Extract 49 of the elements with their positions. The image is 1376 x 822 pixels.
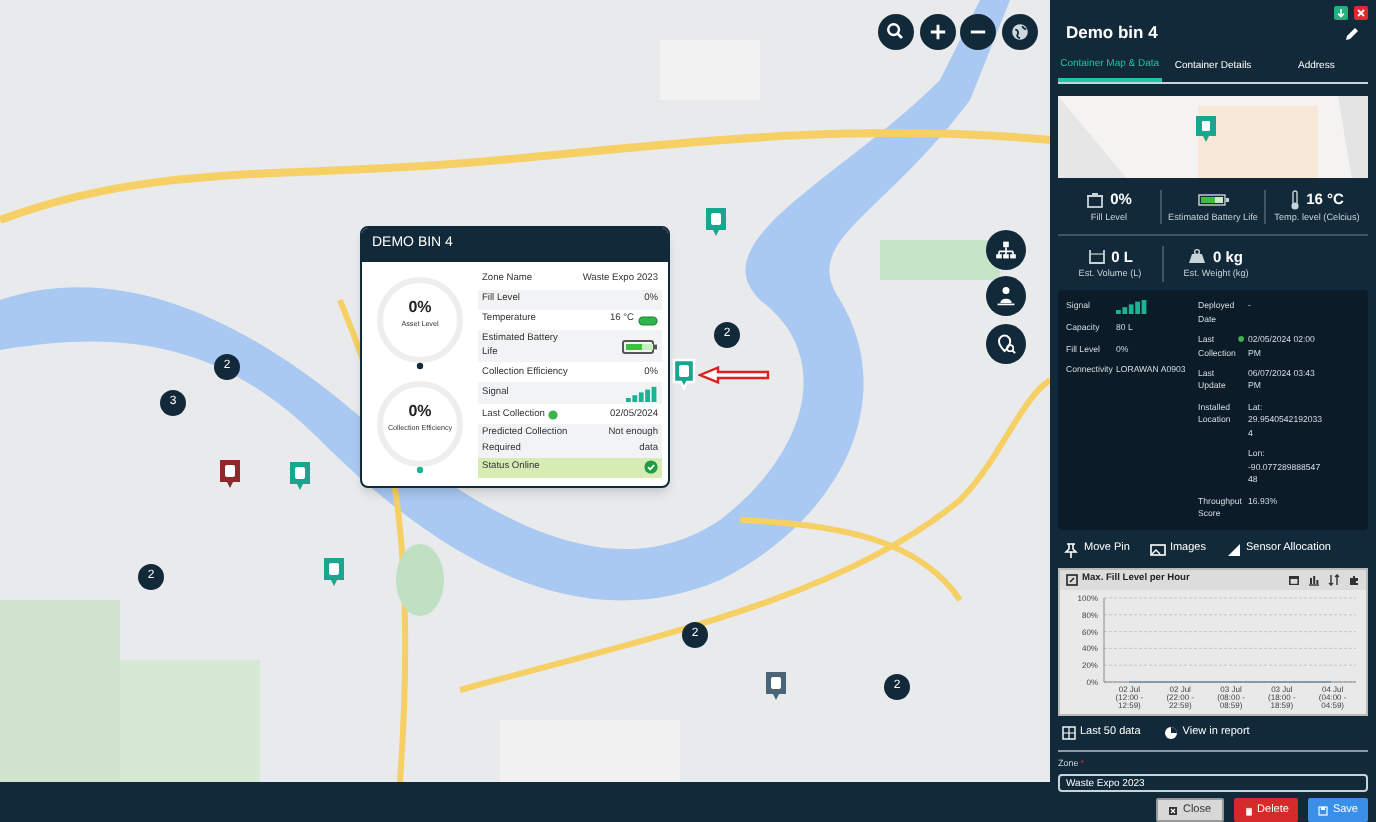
puzzle-icon[interactable] [1348, 573, 1360, 586]
gauge-dot-icon [416, 362, 424, 370]
bar-chart-icon[interactable] [1308, 573, 1320, 586]
download-button[interactable] [1334, 6, 1348, 20]
gauge-dot-icon [416, 466, 424, 474]
export-icon [1066, 573, 1078, 586]
gauge-value: 0% [408, 300, 432, 316]
trash-bin-marker-icon[interactable] [704, 206, 728, 238]
grid-icon [1062, 725, 1076, 740]
container-icon [1087, 248, 1106, 265]
location-search-icon [992, 330, 1020, 358]
thermometer-icon [1290, 189, 1301, 210]
pencil-icon[interactable] [1344, 25, 1360, 42]
trash-bin-marker-icon[interactable] [218, 458, 242, 490]
status-dot-icon [1237, 334, 1244, 345]
trash-bin-marker-icon [1196, 116, 1216, 142]
arrow-icon [698, 366, 770, 384]
close-button[interactable] [1354, 6, 1368, 20]
trash-icon [1243, 805, 1254, 815]
person-icon [992, 282, 1020, 310]
battery-icon [1197, 193, 1229, 206]
globe-icon [1008, 20, 1032, 44]
signal-icon [1116, 300, 1148, 315]
check-icon [644, 460, 658, 475]
hierarchy-icon [992, 236, 1020, 264]
trash-bin-marker-icon[interactable] [322, 556, 346, 588]
temperature-pill-icon [638, 315, 658, 325]
gauge-ring [374, 378, 466, 470]
close-icon [1168, 805, 1179, 815]
gauge-ring [374, 274, 466, 366]
bin-icon [1086, 191, 1105, 208]
status-dot-icon [548, 409, 559, 420]
close-icon [1354, 6, 1368, 20]
sort-icon[interactable] [1328, 573, 1340, 586]
signal-icon [1225, 541, 1242, 558]
panel-title: Demo bin 4 [1066, 20, 1158, 47]
gauge-value: 0% [408, 404, 432, 420]
search-icon [884, 20, 908, 44]
calendar-icon[interactable] [1288, 573, 1300, 586]
image-icon [1149, 541, 1166, 558]
pie-chart-icon [1164, 725, 1179, 740]
weight-icon [1188, 248, 1207, 265]
trash-bin-marker-icon[interactable] [764, 670, 788, 702]
signal-icon [626, 384, 658, 403]
download-icon [1334, 6, 1348, 20]
trash-bin-marker-icon[interactable] [288, 460, 312, 492]
pin-icon [1064, 541, 1080, 558]
floppy-disk-icon [1318, 805, 1329, 815]
plus-icon [926, 20, 950, 44]
